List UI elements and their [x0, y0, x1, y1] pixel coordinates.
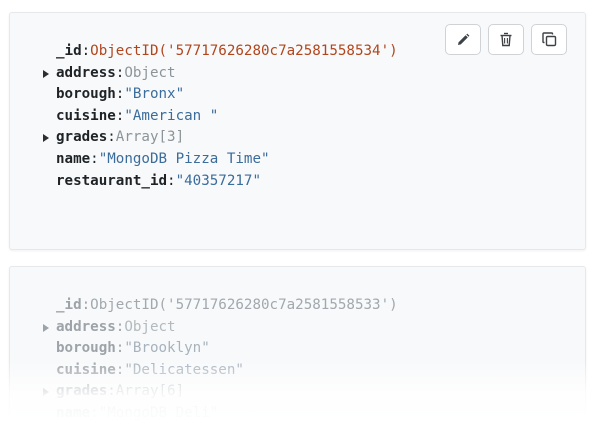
expand-caret-icon[interactable] [43, 69, 49, 78]
field-grades[interactable]: grades:Array[3] [10, 127, 585, 149]
field-key: address [56, 64, 116, 81]
field-value: "American " [124, 107, 219, 124]
field-value: Object [124, 64, 176, 81]
expand-caret-icon[interactable] [43, 388, 49, 397]
field-key: name [56, 150, 91, 167]
field-value: "Bronx" [124, 86, 185, 103]
field-key: _id [56, 43, 82, 59]
field-key: _id [56, 297, 82, 313]
field-name: name:"MongoDB Pizza Time" [56, 150, 270, 167]
field-key: grades [56, 383, 108, 400]
expand-caret-icon[interactable] [43, 134, 49, 143]
field-key: borough [56, 340, 116, 357]
field-cuisine: cuisine:"American " [56, 107, 219, 124]
field-key: borough [56, 86, 116, 103]
field-value: Array[6] [115, 383, 185, 400]
field-value: "MongoDB Deli" [98, 404, 219, 421]
field-key: grades [56, 129, 108, 146]
field-cuisine: cuisine:"Delicatessen" [56, 361, 244, 378]
field-value: "Delicatessen" [124, 361, 244, 378]
field-value: Object [124, 318, 176, 335]
field-key: cuisine [56, 107, 116, 124]
field-name: name:"MongoDB Deli" [56, 404, 219, 421]
field-key: cuisine [56, 361, 116, 378]
field-key: name [56, 404, 91, 421]
field-borough: borough:"Brooklyn" [56, 340, 210, 357]
expand-caret-icon[interactable] [43, 323, 49, 332]
document-fields: _id:ObjectID('57717626280c7a2581558533')… [10, 295, 585, 425]
field-address[interactable]: address:Object [10, 317, 585, 339]
field-borough: borough:"Bronx" [56, 86, 185, 103]
field-id: _id:ObjectID('57717626280c7a2581558533') [56, 297, 398, 313]
field-value: "40357217" [175, 172, 262, 189]
document-card[interactable]: _id:ObjectID('57717626280c7a2581558533')… [9, 266, 586, 446]
field-address[interactable]: address:Object [10, 63, 585, 85]
field-key: restaurant_id [56, 172, 168, 189]
document-list: _id:ObjectID('57717626280c7a2581558534')… [0, 0, 594, 446]
field-value: "MongoDB Pizza Time" [98, 150, 270, 167]
field-value: "Brooklyn" [124, 340, 210, 357]
document-fields: _id:ObjectID('57717626280c7a2581558534')… [10, 41, 585, 192]
field-value: ObjectID('57717626280c7a2581558533') [90, 297, 398, 313]
document-card[interactable]: _id:ObjectID('57717626280c7a2581558534')… [9, 12, 586, 250]
field-grades[interactable]: grades:Array[6] [10, 381, 585, 403]
field-value: ObjectID('57717626280c7a2581558534') [90, 43, 398, 59]
field-value: Array[3] [115, 129, 185, 146]
field-restaurant-id: restaurant_id:"40357217" [56, 172, 262, 189]
field-id: _id:ObjectID('57717626280c7a2581558534') [56, 43, 398, 59]
field-key: address [56, 318, 116, 335]
